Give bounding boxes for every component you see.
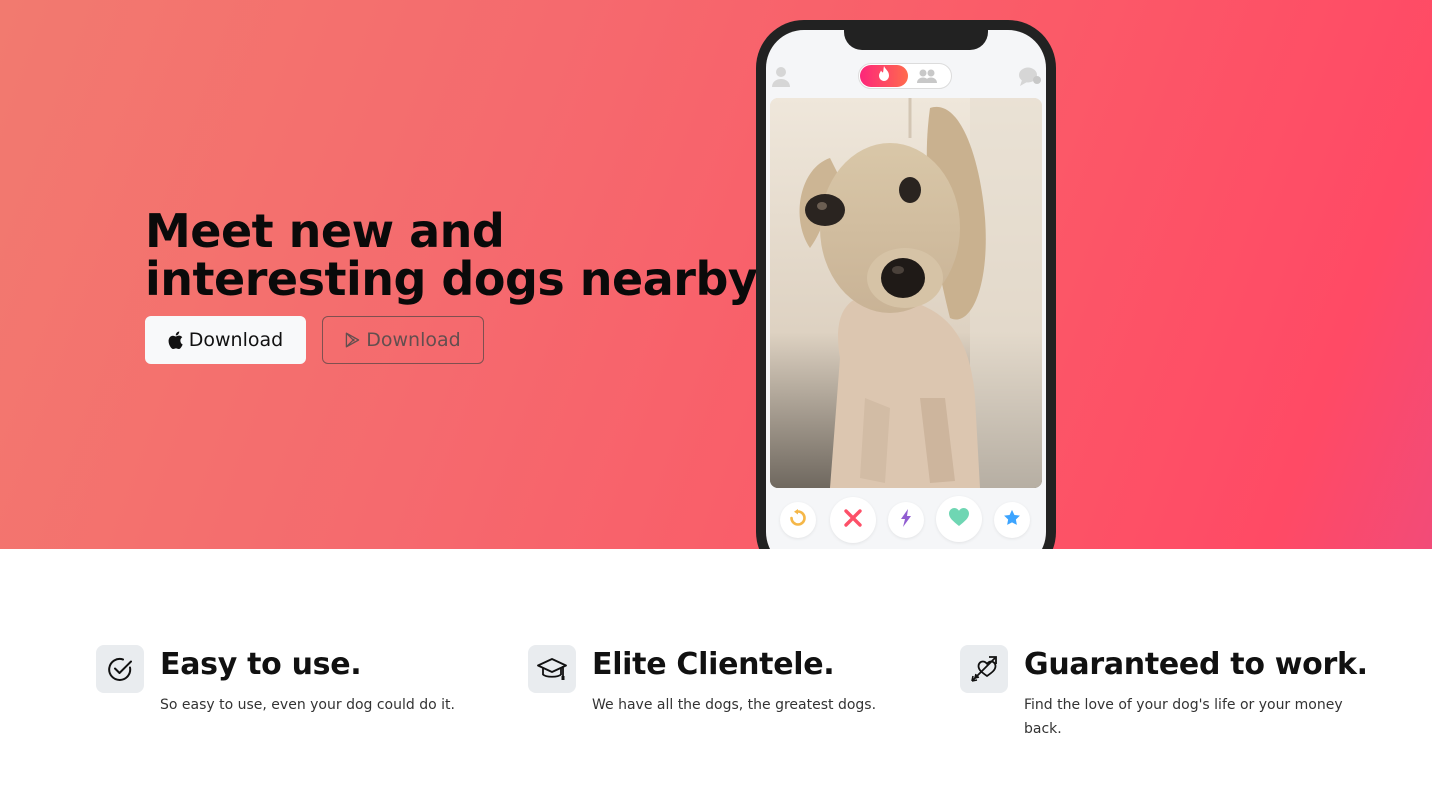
dog-photo[interactable]	[770, 98, 1042, 488]
rewind-button[interactable]	[780, 502, 816, 538]
feature-title: Elite Clientele.	[592, 647, 835, 682]
swipe-actions	[766, 496, 1046, 546]
like-button[interactable]	[936, 496, 982, 542]
heart-arrow-icon	[960, 645, 1008, 693]
apple-icon	[168, 331, 183, 349]
friends-icon	[915, 68, 939, 89]
boost-button[interactable]	[888, 502, 924, 538]
feature-description: So easy to use, even your dog could do i…	[160, 697, 455, 713]
download-buttons: Download Download	[145, 316, 484, 364]
features-section: Easy to use. So easy to use, even your d…	[0, 549, 1432, 787]
check-circle-icon	[96, 645, 144, 693]
google-play-download-label: Download	[366, 329, 461, 351]
chat-icon[interactable]	[1018, 66, 1042, 93]
feature-title: Guaranteed to work.	[1024, 647, 1368, 682]
boost-icon	[900, 508, 912, 532]
super-like-button[interactable]	[994, 502, 1030, 538]
phone-screen	[766, 30, 1046, 549]
google-play-download-button[interactable]: Download	[322, 316, 484, 364]
feature-title: Easy to use.	[160, 647, 362, 682]
graduation-cap-icon	[528, 645, 576, 693]
nope-button[interactable]	[830, 497, 876, 543]
flame-icon	[878, 66, 890, 86]
google-play-icon	[345, 332, 360, 348]
apple-download-button[interactable]: Download	[145, 316, 306, 364]
feature-description: Find the love of your dog's life or your…	[1024, 697, 1343, 737]
phone-mockup	[756, 20, 1056, 549]
headline-line-2: interesting dogs nearby.	[145, 252, 771, 306]
nope-icon	[843, 508, 863, 533]
hero-section: Meet new and interesting dogs nearby. Do…	[0, 0, 1432, 549]
phone-notch	[844, 30, 988, 50]
profile-icon[interactable]	[771, 66, 791, 93]
app-header	[766, 60, 1046, 100]
like-icon	[948, 507, 970, 532]
rewind-icon	[789, 508, 807, 532]
mode-toggle[interactable]	[858, 63, 952, 89]
toggle-active	[860, 65, 908, 87]
hero-headline: Meet new and interesting dogs nearby.	[145, 204, 771, 306]
super-like-icon	[1003, 509, 1021, 532]
hero-text: Meet new and interesting dogs nearby.	[145, 204, 771, 306]
feature-description: We have all the dogs, the greatest dogs.	[592, 697, 877, 713]
apple-download-label: Download	[188, 329, 284, 351]
headline-line-1: Meet new and	[145, 204, 505, 258]
